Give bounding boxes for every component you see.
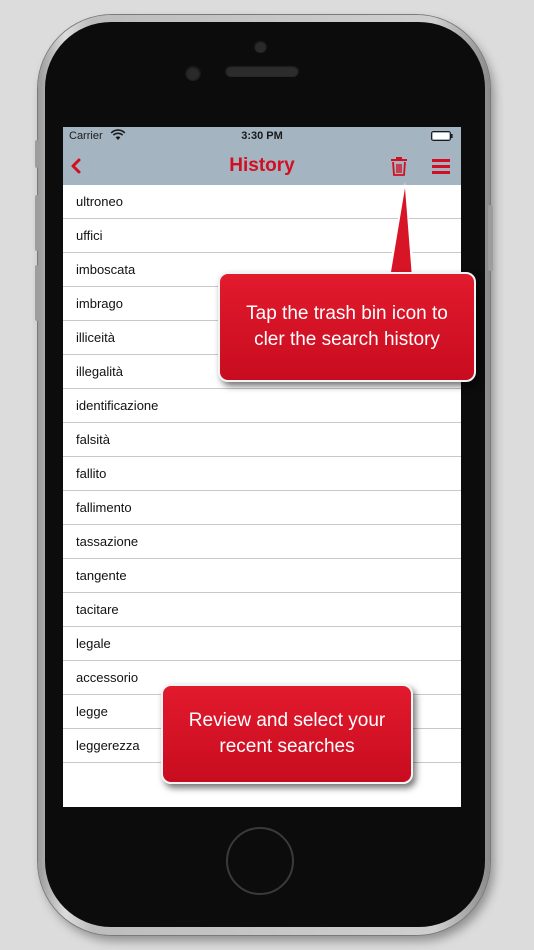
history-item[interactable]: tassazione (63, 525, 461, 559)
volume-down-button (35, 265, 39, 321)
home-button[interactable] (226, 827, 294, 895)
hamburger-menu-icon[interactable] (431, 157, 451, 175)
mute-switch (35, 140, 39, 168)
trash-hint-callout: Tap the trash bin icon to cler the searc… (218, 272, 476, 382)
history-item[interactable]: falsità (63, 423, 461, 457)
status-time: 3:30 PM (241, 130, 283, 142)
power-button (488, 205, 493, 271)
front-camera (185, 65, 201, 81)
volume-up-button (35, 195, 39, 251)
history-item[interactable]: tacitare (63, 593, 461, 627)
trash-hint-text: Tap the trash bin icon to cler the searc… (246, 303, 448, 350)
proximity-sensor (254, 40, 267, 53)
list-hint-callout: Review and select your recent searches (161, 684, 413, 784)
history-item[interactable]: tangente (63, 559, 461, 593)
history-item[interactable]: fallimento (63, 491, 461, 525)
status-bar: Carrier 3:30 PM (63, 127, 461, 147)
history-item[interactable]: identificazione (63, 389, 461, 423)
trash-icon[interactable] (390, 156, 408, 176)
history-item[interactable]: legale (63, 627, 461, 661)
callout-pointer (387, 182, 415, 278)
earpiece-speaker (225, 65, 299, 77)
battery-icon (431, 131, 453, 141)
history-item[interactable]: fallito (63, 457, 461, 491)
list-hint-text: Review and select your recent searches (188, 710, 386, 757)
